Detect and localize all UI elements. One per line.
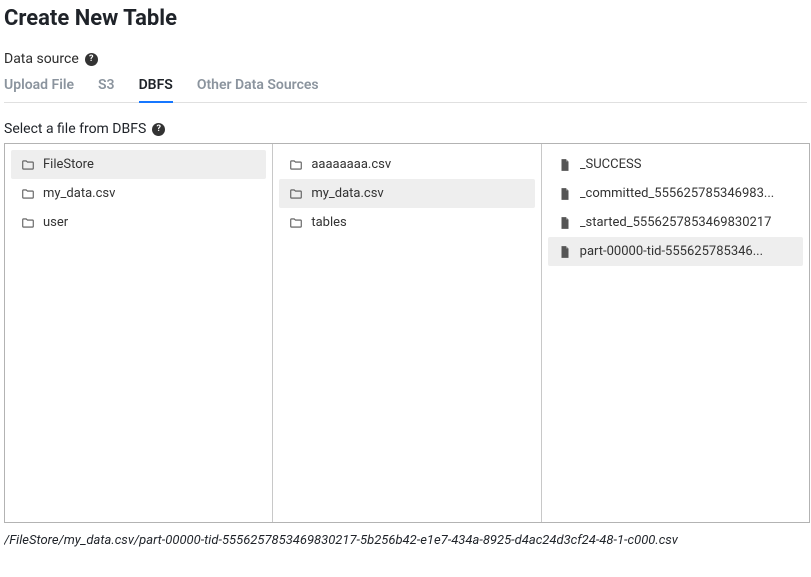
page-title: Create New Table — [4, 6, 807, 31]
select-file-prompt: Select a file from DBFS ? — [4, 121, 807, 137]
folder-item[interactable]: user — [11, 208, 266, 237]
file-icon — [558, 216, 572, 230]
folder-icon — [21, 216, 35, 230]
selected-path: /FileStore/my_data.csv/part-00000-tid-55… — [4, 533, 807, 548]
help-icon[interactable]: ? — [85, 53, 98, 66]
folder-icon — [21, 187, 35, 201]
browser-column-1: FileStore my_data.csv user — [5, 144, 273, 522]
file-item[interactable]: _started_5556257853469830217 — [548, 208, 803, 237]
item-label: tables — [311, 215, 346, 230]
dbfs-file-browser: FileStore my_data.csv user aaaaaaaa.csv … — [4, 143, 810, 523]
item-label: _committed_555625785346983... — [580, 186, 775, 201]
file-icon — [558, 187, 572, 201]
item-label: my_data.csv — [43, 186, 115, 201]
file-icon — [558, 245, 572, 259]
tab-upload-file[interactable]: Upload File — [4, 77, 74, 103]
item-label: part-00000-tid-555625785346... — [580, 244, 763, 259]
item-label: _SUCCESS — [580, 157, 642, 172]
tab-dbfs[interactable]: DBFS — [139, 77, 173, 103]
select-file-prompt-text: Select a file from DBFS — [4, 121, 146, 137]
folder-icon — [289, 158, 303, 172]
tab-s3[interactable]: S3 — [98, 77, 115, 103]
folder-icon — [21, 158, 35, 172]
item-label: FileStore — [43, 157, 94, 172]
file-item[interactable]: part-00000-tid-555625785346... — [548, 237, 803, 266]
folder-item[interactable]: my_data.csv — [279, 179, 534, 208]
browser-column-2: aaaaaaaa.csv my_data.csv tables — [273, 144, 541, 522]
data-source-label: Data source ? — [4, 51, 807, 67]
data-source-label-text: Data source — [4, 51, 79, 67]
folder-icon — [289, 187, 303, 201]
folder-item[interactable]: FileStore — [11, 150, 266, 179]
browser-column-3: _SUCCESS _committed_555625785346983... _… — [542, 144, 809, 522]
item-label: my_data.csv — [311, 186, 383, 201]
folder-icon — [289, 216, 303, 230]
folder-item[interactable]: tables — [279, 208, 534, 237]
file-icon — [558, 158, 572, 172]
file-item[interactable]: _committed_555625785346983... — [548, 179, 803, 208]
data-source-tabs: Upload File S3 DBFS Other Data Sources — [4, 77, 807, 103]
item-label: user — [43, 215, 68, 230]
folder-item[interactable]: my_data.csv — [11, 179, 266, 208]
help-icon[interactable]: ? — [152, 123, 165, 136]
file-item[interactable]: _SUCCESS — [548, 150, 803, 179]
item-label: aaaaaaaa.csv — [311, 157, 391, 172]
item-label: _started_5556257853469830217 — [580, 215, 772, 230]
folder-item[interactable]: aaaaaaaa.csv — [279, 150, 534, 179]
tab-other-data-sources[interactable]: Other Data Sources — [197, 77, 319, 103]
